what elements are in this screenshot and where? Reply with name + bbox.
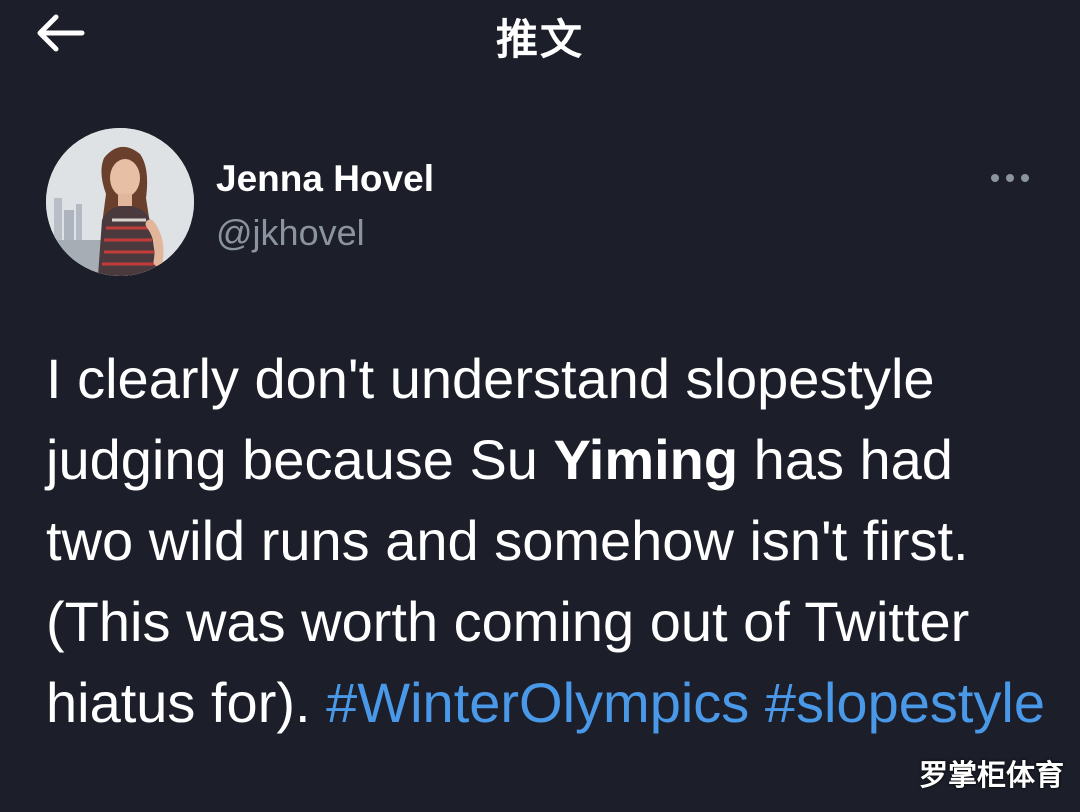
hashtag-link[interactable]: #slopestyle <box>765 671 1045 734</box>
top-bar: 推文 <box>0 0 1080 70</box>
author-row: Jenna Hovel @jkhovel <box>46 128 1046 278</box>
tweet-body: I clearly don't understand slopestyle ju… <box>46 338 1046 743</box>
watermark-text: 罗掌柜体育 <box>918 758 1064 792</box>
author-display-name[interactable]: Jenna Hovel <box>216 158 434 200</box>
tweet-detail-screen: 推文 Jenna Hovel @jkhovel I clearly don't … <box>0 0 1080 812</box>
more-horizontal-icon <box>991 174 1029 182</box>
author-handle[interactable]: @jkhovel <box>216 212 365 254</box>
tweet-highlight: Yiming <box>553 428 739 491</box>
avatar-photo <box>46 128 194 276</box>
more-options-button[interactable] <box>982 160 1038 196</box>
avatar[interactable] <box>46 128 194 276</box>
page-title: 推文 <box>495 15 584 64</box>
hashtag-link[interactable]: #WinterOlympics <box>326 671 749 734</box>
